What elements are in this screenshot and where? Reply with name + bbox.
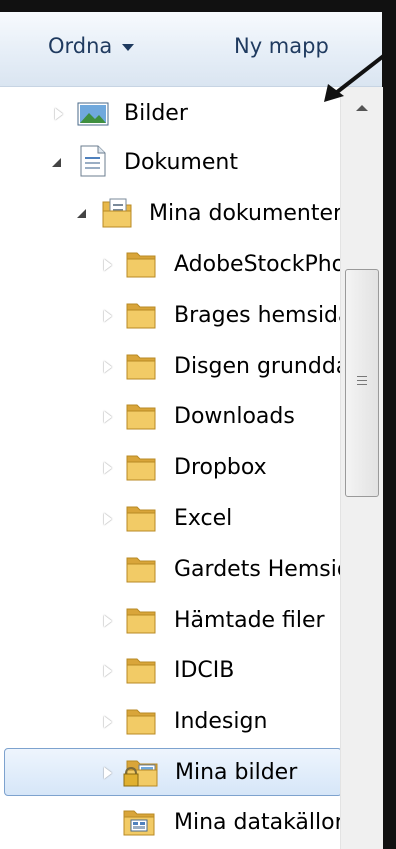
navigation-tree: Bilder Dokument Mina dokumenter AdobeSto… xyxy=(0,87,340,849)
tree-item-hamtade-filer[interactable]: Hämtade filer xyxy=(0,597,340,645)
window-frame-right xyxy=(382,0,396,849)
tree-item-label: Disgen grunddata xyxy=(174,354,340,379)
tree-item-downloads[interactable]: Downloads xyxy=(0,393,340,441)
expand-arrow-icon[interactable] xyxy=(104,615,112,627)
tree-item-dokument[interactable]: Dokument xyxy=(0,139,340,187)
tree-item-label: Downloads xyxy=(174,404,295,429)
expand-arrow-icon[interactable] xyxy=(104,767,112,779)
folder-icon xyxy=(126,506,156,532)
expand-arrow-icon[interactable] xyxy=(104,462,112,474)
tree-item-label: Bilder xyxy=(124,101,188,126)
folder-icon xyxy=(126,455,156,481)
collapse-arrow-icon[interactable] xyxy=(52,158,61,167)
annotation-arrow-icon xyxy=(324,52,388,102)
grip-line xyxy=(357,376,367,377)
vertical-scrollbar[interactable] xyxy=(340,87,383,849)
tree-item-label: AdobeStockPhotos xyxy=(174,252,340,277)
organize-button[interactable]: Ordna xyxy=(48,34,135,58)
tree-item-indesign[interactable]: Indesign xyxy=(0,698,340,746)
scrollbar-thumb[interactable] xyxy=(345,269,379,497)
folder-icon xyxy=(126,354,156,380)
new-folder-button[interactable]: Ny mapp xyxy=(234,34,329,58)
tree-item-label: Indesign xyxy=(174,709,268,734)
tree-item-mina-bilder[interactable]: Mina bilder xyxy=(4,748,340,796)
tree-item-label: Mina dokumenter xyxy=(149,201,340,226)
tree-item-mina-dokumenter[interactable]: Mina dokumenter xyxy=(0,190,340,238)
tree-item-label: Mina bilder xyxy=(175,760,298,785)
grip-line xyxy=(357,380,367,381)
tree-item-idcib[interactable]: IDCIB xyxy=(0,647,340,695)
organize-label: Ordna xyxy=(48,34,113,58)
folder-icon xyxy=(126,658,156,684)
folder-icon xyxy=(126,709,156,735)
documents-library-icon xyxy=(80,145,106,177)
expand-arrow-icon[interactable] xyxy=(104,259,112,271)
tree-item-mina-datakallor[interactable]: Mina datakällor xyxy=(0,799,340,847)
expand-arrow-icon[interactable] xyxy=(104,665,112,677)
tree-item-dropbox[interactable]: Dropbox xyxy=(0,444,340,492)
tree-item-brages-hemsida[interactable]: Brages hemsida xyxy=(0,292,340,340)
tree-item-gardets-hemsida[interactable]: Gardets Hemsida xyxy=(0,546,340,594)
expand-arrow-icon[interactable] xyxy=(104,361,112,373)
expand-arrow-icon[interactable] xyxy=(55,108,63,120)
tree-item-label: Hämtade filer xyxy=(174,608,325,633)
tree-item-label: Dropbox xyxy=(174,455,267,480)
folder-icon xyxy=(126,557,156,583)
tree-item-disgen-grunddata[interactable]: Disgen grunddata xyxy=(0,343,340,391)
locked-pictures-folder-icon xyxy=(123,760,158,787)
tree-item-bilder[interactable]: Bilder xyxy=(0,90,340,138)
tree-item-label: Dokument xyxy=(124,150,238,175)
documents-folder-icon xyxy=(102,198,132,228)
collapse-arrow-icon[interactable] xyxy=(77,209,86,218)
folder-icon xyxy=(126,303,156,329)
folder-icon xyxy=(126,608,156,634)
window-frame-top xyxy=(0,0,396,12)
tree-item-adobestockphotos[interactable]: AdobeStockPhotos xyxy=(0,241,340,289)
chevron-down-icon xyxy=(122,43,135,51)
tree-item-label: Brages hemsida xyxy=(174,303,340,328)
folder-icon xyxy=(126,252,156,278)
pictures-library-icon xyxy=(77,102,109,126)
tree-item-label: Excel xyxy=(174,506,233,531)
expand-arrow-icon[interactable] xyxy=(104,411,112,423)
expand-arrow-icon[interactable] xyxy=(104,310,112,322)
expand-arrow-icon[interactable] xyxy=(104,716,112,728)
data-sources-folder-icon xyxy=(123,810,155,836)
folder-icon xyxy=(126,404,156,430)
tree-item-excel[interactable]: Excel xyxy=(0,495,340,543)
tree-item-label: Mina datakällor xyxy=(174,810,340,835)
grip-line xyxy=(357,384,367,385)
tree-item-label: IDCIB xyxy=(174,658,235,683)
expand-arrow-icon[interactable] xyxy=(104,513,112,525)
tree-item-label: Gardets Hemsida xyxy=(174,557,340,582)
